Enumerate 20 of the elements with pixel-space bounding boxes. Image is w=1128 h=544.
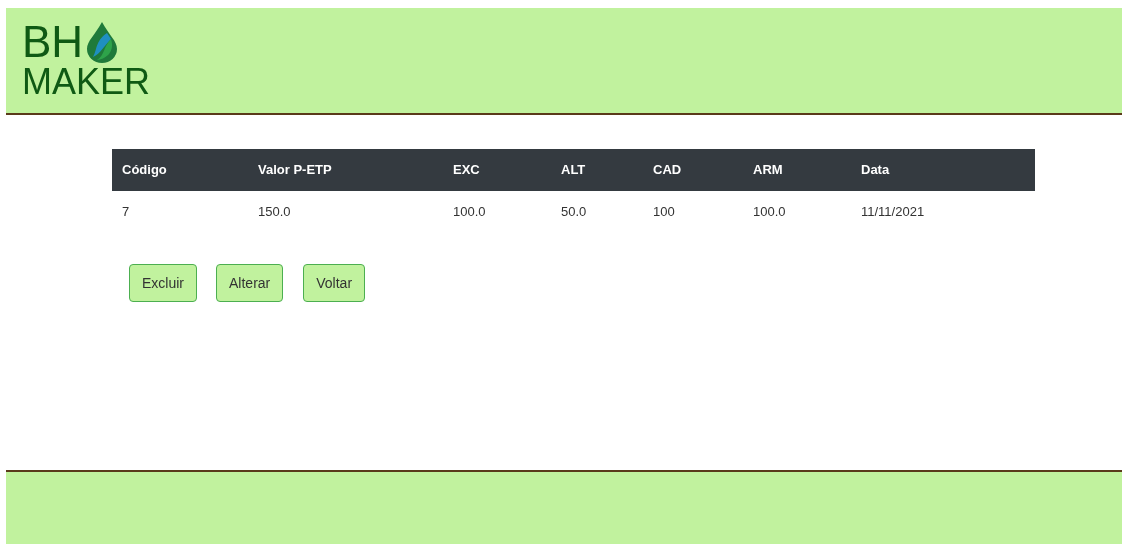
logo-text: MAKER (22, 64, 151, 100)
action-button[interactable]: Excluir (129, 264, 197, 302)
column-header: ALT (551, 149, 643, 191)
table-cell: 100 (643, 191, 743, 233)
table-cell: 150.0 (248, 191, 443, 233)
column-header: ARM (743, 149, 851, 191)
leaf-drop-icon (85, 21, 120, 63)
column-header: EXC (443, 149, 551, 191)
logo-text: BH (22, 20, 84, 64)
table-cell: 11/11/2021 (851, 191, 1035, 233)
table-cell: 50.0 (551, 191, 643, 233)
action-button[interactable]: Voltar (303, 264, 366, 302)
column-header: Valor P-ETP (248, 149, 443, 191)
action-button[interactable]: Alterar (216, 264, 284, 302)
column-header: Data (851, 149, 1035, 191)
column-header: CAD (643, 149, 743, 191)
table-cell: 7 (112, 191, 248, 233)
table-cell: 100.0 (743, 191, 851, 233)
table-cell: 100.0 (443, 191, 551, 233)
column-header: Código (112, 149, 248, 191)
